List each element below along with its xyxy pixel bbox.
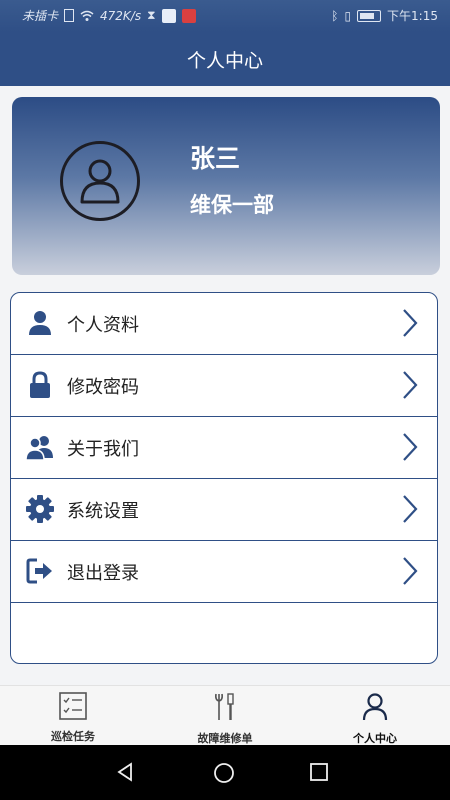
menu-item-system-settings[interactable]: 系统设置 (11, 479, 437, 541)
carrier-text: 未插卡 (22, 9, 59, 23)
tab-repair-orders[interactable]: 故障维修单 (165, 692, 285, 746)
menu-item-label: 修改密码 (67, 377, 139, 398)
bluetooth-icon: ᛒ (331, 8, 339, 23)
menu-item-label: 个人资料 (67, 315, 139, 336)
wifi-icon (80, 10, 94, 21)
tab-label: 巡检任务 (51, 730, 95, 743)
menu-item-label: 退出登录 (67, 563, 139, 584)
person-icon (362, 693, 388, 721)
menu-item-change-password[interactable]: 修改密码 (11, 355, 437, 417)
lock-icon (30, 371, 50, 398)
network-speed: 472K/s (100, 8, 142, 23)
tab-personal-center[interactable]: 个人中心 (315, 692, 435, 746)
gear-icon (26, 495, 54, 523)
profile-card: 张三 维保一部 (12, 97, 440, 275)
menu-item-label: 系统设置 (67, 501, 139, 522)
page-title: 个人中心 (186, 49, 263, 72)
app-icon (161, 8, 176, 23)
bottom-tab-bar: 巡检任务 故障维修单 个人中心 (0, 685, 450, 746)
tab-label: 故障维修单 (197, 732, 253, 745)
clock-text: 下午1:15 (387, 9, 438, 23)
system-nav-bar (0, 745, 450, 800)
app-icon-red (181, 8, 196, 23)
chevron-right-icon (403, 433, 418, 461)
menu-item-about-us[interactable]: 关于我们 (11, 417, 437, 479)
chevron-right-icon (403, 495, 418, 523)
users-icon (25, 436, 53, 461)
logout-icon (26, 558, 52, 584)
chevron-right-icon (403, 309, 418, 337)
tab-inspection-tasks[interactable]: 巡检任务 (13, 692, 133, 744)
menu-item-profile[interactable]: 个人资料 (11, 293, 437, 355)
user-department: 维保一部 (190, 193, 274, 217)
user-icon (29, 311, 51, 335)
menu-item-logout[interactable]: 退出登录 (11, 541, 437, 603)
home-icon[interactable] (213, 762, 235, 784)
chevron-right-icon (403, 371, 418, 399)
avatar-person-icon (80, 159, 120, 204)
vibrate-icon: ▯ (344, 8, 352, 23)
hourglass-icon: ⧗ (147, 8, 156, 22)
tab-label: 个人中心 (353, 732, 397, 745)
status-bar: 未插卡 472K/s ⧗ ᛒ ▯ 下午1:15 (0, 0, 450, 32)
checklist-icon (59, 692, 87, 720)
battery-icon (357, 9, 382, 22)
back-icon[interactable] (115, 762, 135, 782)
avatar[interactable] (60, 141, 140, 221)
user-name: 张三 (190, 144, 241, 173)
chevron-right-icon (403, 557, 418, 585)
title-bar: 个人中心 (0, 32, 450, 86)
tools-icon (215, 693, 234, 720)
recents-icon[interactable] (309, 762, 329, 782)
sim-icon (64, 9, 75, 22)
menu-item-label: 关于我们 (67, 439, 139, 460)
settings-menu: 个人资料 修改密码 关于我们 系统设置 退出登录 (10, 292, 438, 664)
